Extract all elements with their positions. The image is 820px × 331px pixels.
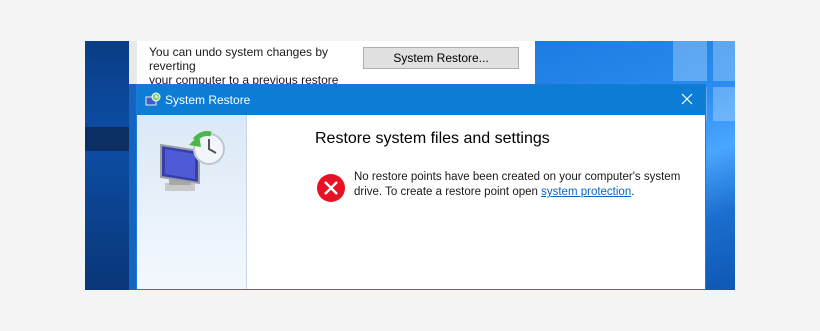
dialog-titlebar[interactable]: System Restore — [137, 85, 705, 115]
window-pane-light — [673, 41, 707, 81]
dialog-title: System Restore — [165, 93, 251, 107]
error-x-icon — [317, 174, 345, 202]
error-message-end: . — [631, 186, 635, 198]
desktop-background-left — [85, 41, 129, 290]
system-restore-button[interactable]: System Restore... — [363, 47, 519, 69]
dialog-heading: Restore system files and settings — [315, 130, 550, 147]
error-message: No restore points have been created on y… — [354, 170, 684, 200]
restore-description-line1: You can undo system changes by reverting — [149, 45, 329, 73]
system-protection-link[interactable]: system protection — [541, 186, 631, 198]
system-restore-icon — [145, 92, 161, 106]
system-restore-clock-monitor-icon — [160, 131, 225, 191]
window-pane-light — [713, 41, 735, 81]
close-icon[interactable] — [679, 91, 695, 107]
desktop-band — [85, 127, 129, 151]
window-pane-light — [713, 87, 735, 121]
screenshot-area: You can undo system changes by reverting… — [85, 41, 735, 290]
system-restore-dialog: System Restore Restore system files and … — [136, 84, 706, 290]
system-properties-panel: You can undo system changes by reverting… — [129, 41, 535, 101]
dialog-sidebar — [137, 115, 247, 289]
